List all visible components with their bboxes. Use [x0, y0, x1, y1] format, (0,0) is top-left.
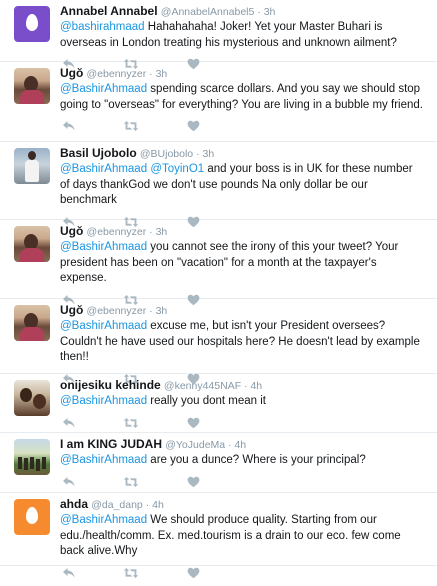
author-name[interactable]: onijesiku kehinde	[60, 378, 161, 392]
avatar[interactable]	[14, 439, 50, 475]
like-icon[interactable]	[184, 474, 202, 490]
author-name[interactable]: ahda	[60, 497, 88, 511]
reply-icon[interactable]	[60, 415, 78, 431]
author-handle[interactable]: @ebennyzer	[87, 305, 150, 317]
tweet-actions	[60, 471, 429, 493]
tweet-text: @BashirAhmaad you cannot see the irony o…	[60, 240, 429, 287]
avatar[interactable]	[14, 499, 50, 535]
tweet-time[interactable]: 3h	[156, 68, 168, 80]
retweet-icon[interactable]	[122, 565, 140, 581]
tweet-time[interactable]: 3h	[264, 6, 276, 18]
like-icon[interactable]	[184, 565, 202, 581]
like-icon[interactable]	[184, 118, 202, 134]
reply-icon[interactable]	[60, 565, 78, 581]
avatar[interactable]	[14, 68, 50, 104]
avatar[interactable]	[14, 380, 50, 416]
tweet-text: @BashirAhmaad really you dont mean it	[60, 394, 429, 410]
tweet-header: Ugŏ @ebennyzer · 3h	[60, 303, 429, 319]
retweet-icon[interactable]	[122, 415, 140, 431]
author-name[interactable]: Basil Ujobolo	[60, 146, 137, 160]
mention-link[interactable]: @BashirAhmaad	[60, 83, 147, 95]
tweet[interactable]: Basil Ujobolo @BUjobolo · 3h @BashirAhma…	[0, 142, 437, 227]
tweet[interactable]: I am KING JUDAH @YoJudeMa · 4h @BashirAh…	[0, 433, 437, 493]
tweet-time[interactable]: 3h	[156, 305, 168, 317]
mention-link[interactable]: @BashirAhmaad	[60, 163, 147, 175]
tweet[interactable]: Ugŏ @ebennyzer · 3h @BashirAhmaad you ca…	[0, 220, 437, 305]
tweet[interactable]: Ugŏ @ebennyzer · 3h @BashirAhmaad spendi…	[0, 62, 437, 142]
reply-icon[interactable]	[60, 118, 78, 134]
author-handle[interactable]: @kenny445NAF	[164, 380, 244, 392]
tweet[interactable]: Ugŏ @ebennyzer · 3h @BashirAhmaad excuse…	[0, 299, 437, 384]
author-name[interactable]: Annabel Annabel	[60, 4, 158, 18]
author-handle[interactable]: @AnnabelAnnabel5	[161, 6, 257, 18]
tweet-actions	[60, 562, 429, 584]
like-icon[interactable]	[184, 415, 202, 431]
author-name[interactable]: Ugŏ	[60, 303, 83, 317]
mention-link[interactable]: @BashirAhmaad	[60, 241, 147, 253]
mention-link[interactable]: @ToyinO1	[150, 163, 204, 175]
tweet-body: are you a dunce? Where is your principal…	[147, 454, 366, 466]
tweet-time[interactable]: 3h	[156, 226, 168, 238]
tweet-text: @BashirAhmaad are you a dunce? Where is …	[60, 453, 429, 469]
tweet-time[interactable]: 3h	[202, 148, 214, 160]
avatar[interactable]	[14, 226, 50, 262]
avatar[interactable]	[14, 305, 50, 341]
author-name[interactable]: Ugŏ	[60, 66, 83, 80]
tweet-text: @BashirAhmaad We should produce quality.…	[60, 513, 429, 560]
author-name[interactable]: Ugŏ	[60, 224, 83, 238]
tweet-time[interactable]: 4h	[152, 499, 164, 511]
tweet[interactable]: Annabel Annabel @AnnabelAnnabel5 · 3h @b…	[0, 0, 437, 70]
tweet-actions	[60, 412, 429, 434]
author-handle[interactable]: @YoJudeMa	[165, 439, 228, 451]
retweet-icon[interactable]	[122, 118, 140, 134]
tweet-timeline: Annabel Annabel @AnnabelAnnabel5 · 3h @b…	[0, 0, 437, 578]
tweet[interactable]: onijesiku kehinde @kenny445NAF · 4h @Bas…	[0, 374, 437, 433]
author-handle[interactable]: @da_danp	[91, 499, 145, 511]
tweet-time[interactable]: 4h	[250, 380, 262, 392]
avatar[interactable]	[14, 148, 50, 184]
reply-icon[interactable]	[60, 474, 78, 490]
mention-link[interactable]: @bashirahmaad	[60, 21, 145, 33]
mention-link[interactable]: @BashirAhmaad	[60, 395, 147, 407]
tweet-header: Ugŏ @ebennyzer · 3h	[60, 224, 429, 240]
mention-link[interactable]: @BashirAhmaad	[60, 514, 147, 526]
tweet-body: really you dont mean it	[147, 395, 267, 407]
tweet-time[interactable]: 4h	[234, 439, 246, 451]
author-handle[interactable]: @BUjobolo	[140, 148, 196, 160]
avatar[interactable]	[14, 6, 50, 42]
tweet-header: I am KING JUDAH @YoJudeMa · 4h	[60, 437, 429, 453]
tweet-header: ahda @da_danp · 4h	[60, 497, 429, 513]
tweet-actions	[60, 115, 429, 137]
tweet-header: Basil Ujobolo @BUjobolo · 3h	[60, 146, 429, 162]
tweet-text: @BashirAhmaad spending scarce dollars. A…	[60, 82, 429, 113]
tweet-text: @BashirAhmaad excuse me, but isn't your …	[60, 319, 429, 366]
tweet-header: Ugŏ @ebennyzer · 3h	[60, 66, 429, 82]
tweet-text: @bashirahmaad Hahahahaha! Joker! Yet you…	[60, 20, 429, 51]
mention-link[interactable]: @BashirAhmaad	[60, 454, 147, 466]
tweet-header: Annabel Annabel @AnnabelAnnabel5 · 3h	[60, 4, 429, 20]
tweet-text: @BashirAhmaad @ToyinO1 and your boss is …	[60, 162, 429, 209]
tweet[interactable]: ahda @da_danp · 4h @BashirAhmaad We shou…	[0, 493, 437, 578]
retweet-icon[interactable]	[122, 474, 140, 490]
author-handle[interactable]: @ebennyzer	[87, 68, 150, 80]
tweet-header: onijesiku kehinde @kenny445NAF · 4h	[60, 378, 429, 394]
author-name[interactable]: I am KING JUDAH	[60, 437, 162, 451]
author-handle[interactable]: @ebennyzer	[87, 226, 150, 238]
mention-link[interactable]: @BashirAhmaad	[60, 320, 147, 332]
